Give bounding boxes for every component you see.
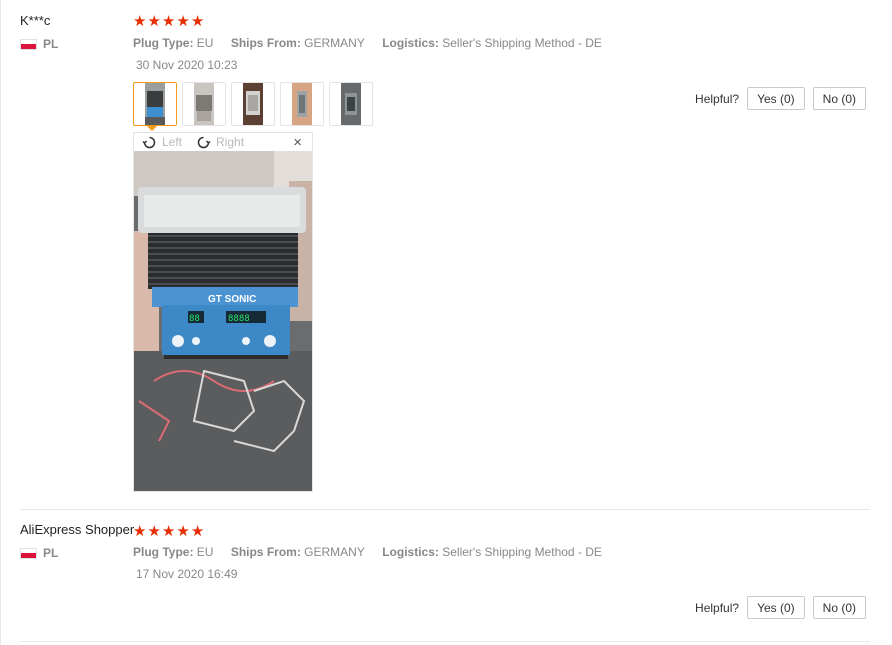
helpful-label: Helpful? bbox=[695, 600, 740, 615]
rotate-left-label: Left bbox=[162, 135, 183, 149]
review-item: K***c PL ★ ★ ★ ★ ★ Plug Type: EU Ships F… bbox=[0, 0, 892, 510]
country-code: PL bbox=[43, 546, 59, 560]
helpful-yes-button[interactable]: Yes (0) bbox=[747, 596, 805, 619]
star-icon: ★ bbox=[133, 523, 147, 540]
star-icon: ★ bbox=[161, 13, 176, 30]
review-date: 30 Nov 2020 10:23 bbox=[136, 58, 238, 72]
review-photo-thumbnail[interactable] bbox=[182, 82, 226, 126]
rating-stars: ★ ★ ★ ★ ★ bbox=[133, 13, 205, 30]
reviewer-country: PL bbox=[20, 37, 58, 51]
photo-display-right: 8888 bbox=[228, 314, 250, 324]
review-attributes: Plug Type: EU Ships From: GERMANY Logist… bbox=[133, 36, 616, 50]
logistics-value: Seller's Shipping Method - DE bbox=[442, 545, 602, 559]
rotate-right-label: Right bbox=[216, 135, 245, 149]
logistics-label: Logistics: bbox=[382, 36, 439, 50]
logistics-label: Logistics: bbox=[382, 545, 439, 559]
country-code: PL bbox=[43, 37, 59, 51]
review-photo-thumbnail[interactable] bbox=[329, 82, 373, 126]
review-photo-thumbnail[interactable] bbox=[280, 82, 324, 126]
ships-from-value: GERMANY bbox=[304, 545, 365, 559]
star-icon: ★ bbox=[190, 13, 205, 30]
poland-flag-icon bbox=[20, 38, 37, 50]
star-icon: ★ bbox=[161, 523, 176, 540]
plug-type-label: Plug Type: bbox=[133, 36, 194, 50]
review-photo-large: GT SONIC 88 8888 bbox=[133, 151, 313, 492]
review-photo-thumbnail[interactable] bbox=[231, 82, 275, 126]
plug-type-label: Plug Type: bbox=[133, 545, 194, 559]
review-photo-thumbnails bbox=[133, 82, 373, 126]
logistics-value: Seller's Shipping Method - DE bbox=[442, 36, 602, 50]
review-divider bbox=[20, 641, 870, 642]
ships-from-value: GERMANY bbox=[304, 36, 365, 50]
plug-type-value: EU bbox=[196, 545, 214, 559]
thumbnail-selection-caret bbox=[147, 126, 157, 131]
rating-stars: ★ ★ ★ ★ ★ bbox=[133, 523, 205, 540]
review-photo-thumbnail[interactable] bbox=[133, 82, 177, 126]
star-icon: ★ bbox=[147, 523, 161, 540]
reviewer-name: AliExpress Shopper bbox=[20, 522, 135, 537]
helpful-no-button[interactable]: No (0) bbox=[812, 87, 866, 110]
rotate-left-button[interactable]: Left bbox=[142, 135, 182, 150]
helpful-yes-button[interactable]: Yes (0) bbox=[747, 87, 805, 110]
rotate-right-button[interactable]: Right bbox=[196, 135, 244, 150]
rotate-left-icon bbox=[142, 136, 156, 148]
review-date: 17 Nov 2020 16:49 bbox=[136, 567, 238, 581]
review-attributes: Plug Type: EU Ships From: GERMANY Logist… bbox=[133, 545, 616, 559]
plug-type-value: EU bbox=[196, 36, 214, 50]
ships-from-label: Ships From: bbox=[230, 36, 301, 50]
reviewer-country: PL bbox=[20, 546, 58, 560]
helpful-label: Helpful? bbox=[695, 91, 740, 106]
ships-from-label: Ships From: bbox=[230, 545, 301, 559]
helpful-votes: Helpful? Yes (0) No (0) bbox=[695, 87, 866, 110]
poland-flag-icon bbox=[20, 547, 37, 559]
star-icon: ★ bbox=[147, 13, 161, 30]
photo-brand-text: GT SONIC bbox=[208, 294, 256, 305]
ultrasonic-cleaner-photo: GT SONIC 88 8888 bbox=[134, 151, 312, 491]
helpful-votes: Helpful? Yes (0) No (0) bbox=[695, 596, 866, 619]
rotate-right-icon bbox=[197, 136, 211, 148]
star-icon: ★ bbox=[176, 13, 190, 30]
helpful-no-button[interactable]: No (0) bbox=[812, 596, 866, 619]
close-viewer-button[interactable]: × bbox=[293, 134, 302, 151]
star-icon: ★ bbox=[176, 523, 190, 540]
photo-display-left: 88 bbox=[189, 314, 200, 324]
review-item: AliExpress Shopper ★ ★ ★ ★ ★ PL Plug Typ… bbox=[0, 510, 892, 642]
reviewer-name: K***c bbox=[20, 13, 51, 28]
photo-viewer-toolbar: Left Right × bbox=[133, 132, 313, 151]
star-icon: ★ bbox=[133, 13, 147, 30]
star-icon: ★ bbox=[190, 523, 205, 540]
